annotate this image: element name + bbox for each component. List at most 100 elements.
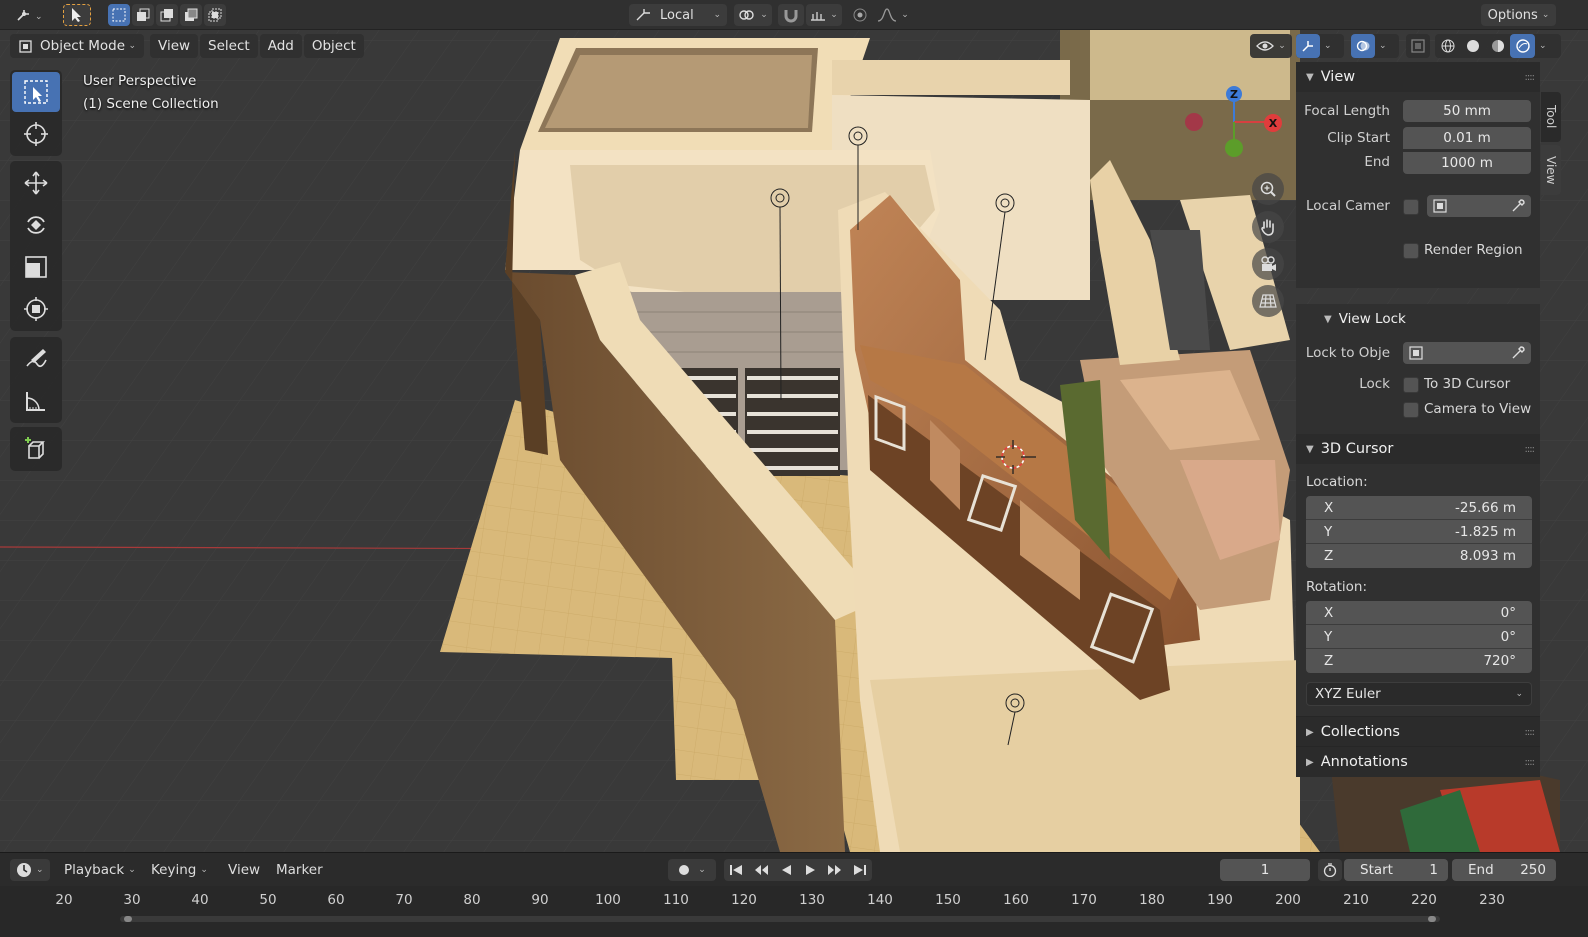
end-frame-field[interactable]: End 250: [1452, 859, 1556, 881]
jump-start-icon[interactable]: [729, 863, 743, 877]
tab-view[interactable]: View: [1541, 145, 1561, 195]
tool-annotate[interactable]: [12, 339, 60, 379]
3d-viewport[interactable]: Z X Object Mode ⌄ View Select Add Object…: [0, 30, 1588, 852]
rotation-z-field[interactable]: Z 720°: [1306, 649, 1532, 673]
auto-keying-toggle[interactable]: ⌄: [668, 859, 716, 881]
local-camera-checkbox[interactable]: [1403, 199, 1419, 215]
clip-start-field[interactable]: 0.01 m: [1403, 127, 1531, 149]
play-icon[interactable]: [803, 863, 817, 877]
gizmo-x-axis[interactable]: X: [1264, 114, 1282, 132]
marker-menu[interactable]: Marker: [270, 859, 329, 881]
playback-menu[interactable]: Playback ⌄: [58, 859, 142, 881]
jump-end-icon[interactable]: [853, 863, 867, 877]
annotations-panel[interactable]: ▶ Annotations ::::: [1296, 746, 1540, 777]
lock-to-object-field[interactable]: [1403, 342, 1531, 364]
prev-keyframe-icon[interactable]: [753, 863, 769, 877]
collections-panel[interactable]: ▶ Collections ::::: [1296, 716, 1540, 747]
tool-rotate[interactable]: [12, 205, 60, 245]
view-lock-header[interactable]: ▼ View Lock: [1296, 304, 1540, 334]
rotation-y-field[interactable]: Y 0°: [1306, 625, 1532, 649]
menu-view[interactable]: View: [150, 34, 199, 58]
shading-wireframe-button[interactable]: [1435, 34, 1460, 58]
keying-menu[interactable]: Keying ⌄: [145, 859, 214, 881]
rotation-x-field[interactable]: X 0°: [1306, 601, 1532, 625]
select-tool-button[interactable]: [63, 4, 91, 26]
annotations-header[interactable]: ▶ Annotations ::::: [1296, 747, 1540, 777]
preview-range-toggle[interactable]: [1318, 859, 1342, 881]
camera-view-button[interactable]: [1252, 248, 1284, 280]
tool-scale[interactable]: [12, 247, 60, 287]
location-x-field[interactable]: X -25.66 m: [1306, 496, 1532, 520]
timeline-scrollbar[interactable]: [120, 916, 1440, 922]
menu-select[interactable]: Select: [200, 34, 258, 58]
view-panel-header[interactable]: ▼ View ::::: [1296, 62, 1540, 92]
snap-target-dropdown[interactable]: ⌄: [806, 4, 842, 26]
drag-grip-icon[interactable]: ::::: [1525, 72, 1536, 83]
ortho-toggle-button[interactable]: [1252, 285, 1284, 317]
xray-toggle[interactable]: [1406, 34, 1430, 58]
scrollbar-left-handle[interactable]: [124, 916, 132, 922]
tab-tool[interactable]: Tool: [1541, 92, 1561, 142]
render-region-checkbox[interactable]: [1403, 243, 1419, 259]
select-mode-new-button[interactable]: [108, 4, 130, 26]
options-dropdown[interactable]: Options ⌄: [1481, 4, 1556, 26]
expanded-triangle-icon: ▼: [1306, 71, 1314, 83]
proportional-editing-toggle[interactable]: [848, 4, 872, 26]
tool-cursor[interactable]: [12, 114, 60, 154]
timeline-ruler[interactable]: 20 30 40 50 60 70 80 90 100 110 120 130 …: [0, 886, 1588, 937]
focal-length-field[interactable]: 50 mm: [1403, 100, 1531, 122]
local-camera-object-field[interactable]: [1427, 195, 1531, 217]
options-label: Options: [1487, 7, 1538, 23]
current-frame-field[interactable]: 1: [1220, 859, 1310, 881]
shading-rendered-button[interactable]: [1510, 34, 1535, 58]
scrollbar-right-handle[interactable]: [1428, 916, 1436, 922]
play-reverse-icon[interactable]: [779, 863, 793, 877]
tool-measure[interactable]: [12, 381, 60, 421]
object-mode-dropdown[interactable]: Object Mode ⌄: [10, 34, 144, 58]
editor-type-button[interactable]: ⌄: [12, 4, 48, 26]
timeline-editor-type-button[interactable]: ⌄: [10, 859, 50, 881]
drag-grip-icon[interactable]: ::::: [1525, 757, 1536, 768]
tool-transform[interactable]: [12, 289, 60, 329]
shading-solid-button[interactable]: [1460, 34, 1485, 58]
tool-add-cube[interactable]: [12, 429, 60, 469]
gizmo-toggle[interactable]: [1296, 34, 1320, 58]
pan-button[interactable]: [1252, 211, 1284, 243]
eyedropper-icon[interactable]: [1511, 346, 1525, 360]
overlay-toggle[interactable]: [1351, 34, 1375, 58]
visibility-dropdown[interactable]: ⌄: [1250, 34, 1292, 58]
eyedropper-icon[interactable]: [1511, 199, 1525, 213]
timeline-view-menu[interactable]: View: [222, 859, 266, 881]
rotation-mode-dropdown[interactable]: XYZ Euler ⌄: [1306, 682, 1532, 706]
start-frame-field[interactable]: Start 1: [1344, 859, 1448, 881]
zoom-button[interactable]: [1252, 173, 1284, 205]
pivot-point-dropdown[interactable]: ⌄: [734, 4, 772, 26]
location-y-field[interactable]: Y -1.825 m: [1306, 520, 1532, 544]
drag-grip-icon[interactable]: ::::: [1525, 444, 1536, 455]
select-mode-intersect-button[interactable]: [204, 4, 226, 26]
transform-orientation-dropdown[interactable]: Local ⌄: [629, 4, 727, 26]
menu-object[interactable]: Object: [303, 34, 364, 58]
shading-material-button[interactable]: [1485, 34, 1510, 58]
select-mode-subtract-button[interactable]: [156, 4, 178, 26]
collections-header[interactable]: ▶ Collections ::::: [1296, 717, 1540, 747]
clip-end-field[interactable]: 1000 m: [1403, 152, 1531, 174]
tool-move[interactable]: [12, 163, 60, 203]
tool-select-box[interactable]: [12, 72, 60, 112]
drag-grip-icon[interactable]: ::::: [1525, 727, 1536, 738]
location-z-field[interactable]: Z 8.093 m: [1306, 544, 1532, 568]
snap-toggle[interactable]: [778, 4, 804, 26]
menu-add[interactable]: Add: [259, 34, 302, 58]
falloff-dropdown[interactable]: ⌄: [874, 4, 912, 26]
next-keyframe-icon[interactable]: [827, 863, 843, 877]
select-mode-invert-button[interactable]: [180, 4, 202, 26]
3d-cursor-header[interactable]: ▼ 3D Cursor ::::: [1296, 434, 1540, 464]
lock-to-3d-cursor-checkbox[interactable]: [1403, 377, 1419, 393]
camera-to-view-checkbox[interactable]: [1403, 402, 1419, 418]
material-sphere-icon: [1491, 40, 1504, 52]
select-mode-extend-button[interactable]: [132, 4, 154, 26]
gizmos-dropdown[interactable]: ⌄: [1296, 34, 1344, 58]
overlays-dropdown[interactable]: ⌄: [1351, 34, 1399, 58]
gizmo-z-axis[interactable]: Z: [1226, 86, 1242, 102]
rotate-icon: [27, 216, 45, 234]
